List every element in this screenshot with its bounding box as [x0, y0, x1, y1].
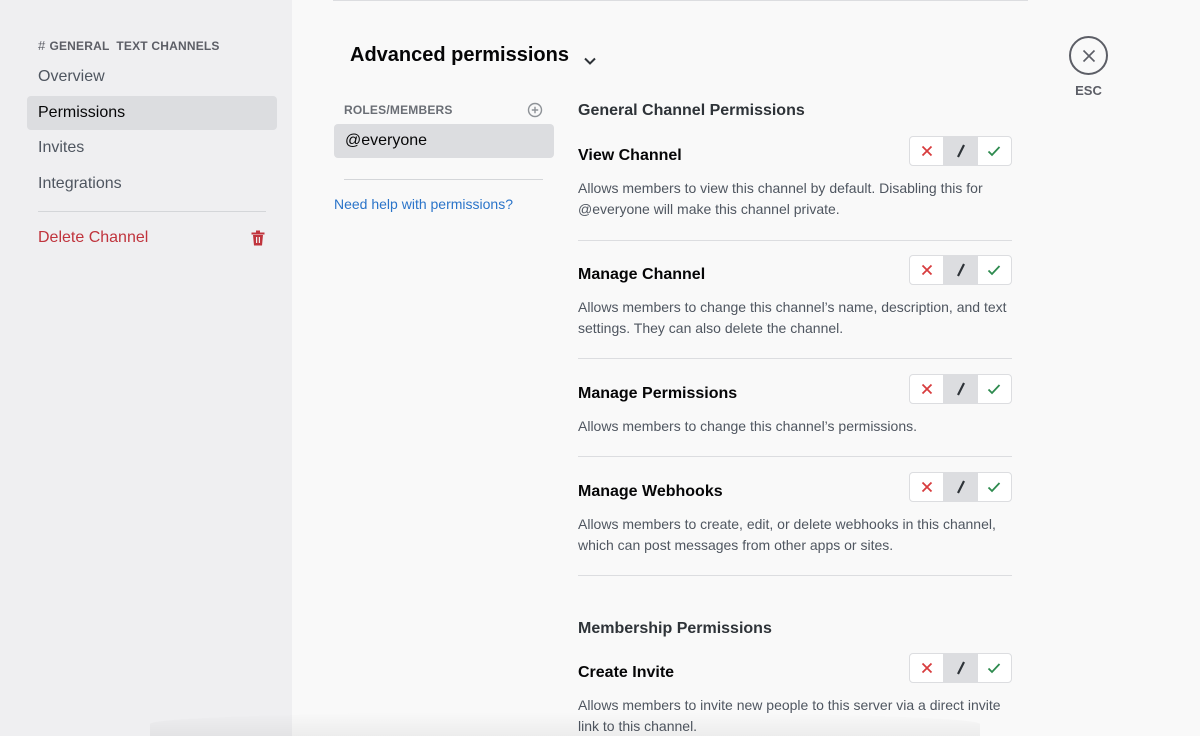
channel-category-label: GENERAL TEXT CHANNELS: [49, 39, 219, 53]
sidebar-item-integrations[interactable]: Integrations: [27, 167, 277, 201]
permission-divider: [578, 358, 1012, 359]
hash-icon: #: [38, 38, 45, 53]
permission-name: Manage Permissions: [578, 385, 737, 403]
neutral-button[interactable]: [943, 654, 977, 682]
allow-button[interactable]: [978, 375, 1011, 403]
permission-description: Allows members to change this channel’s …: [578, 297, 1012, 339]
top-divider: [333, 0, 1028, 1]
close-button[interactable]: [1069, 36, 1108, 75]
roles-members-header: ROLES/MEMBERS: [344, 102, 543, 118]
section-title: Membership Permissions: [578, 620, 772, 638]
neutral-button[interactable]: [943, 375, 977, 403]
permission-divider: [578, 456, 1012, 457]
permission-description: Allows members to change this channel’s …: [578, 416, 1012, 437]
trash-icon: [251, 230, 265, 246]
permission-description: Allows members to view this channel by d…: [578, 178, 1012, 220]
roles-members-label: ROLES/MEMBERS: [344, 103, 453, 117]
allow-button[interactable]: [978, 473, 1011, 501]
bottom-shadow: [150, 712, 980, 736]
permission-toggle: [909, 255, 1012, 285]
sidebar-item-label: Overview: [38, 68, 105, 86]
sidebar-item-label: Permissions: [38, 104, 125, 122]
sidebar-item-overview[interactable]: Overview: [27, 60, 277, 94]
sidebar-header: # GENERAL TEXT CHANNELS: [38, 38, 220, 53]
sidebar-item-label: Invites: [38, 139, 84, 157]
permission-divider: [578, 575, 1012, 576]
settings-sidebar: # GENERAL TEXT CHANNELS Overview Permiss…: [0, 0, 292, 736]
permission-toggle: [909, 653, 1012, 683]
help-permissions-link[interactable]: Need help with permissions?: [334, 196, 513, 212]
roles-divider: [344, 179, 543, 180]
deny-button[interactable]: [910, 375, 943, 403]
deny-button[interactable]: [910, 473, 943, 501]
close-icon: [1082, 49, 1096, 63]
role-label: @everyone: [345, 132, 427, 150]
esc-label: ESC: [1075, 83, 1102, 98]
page-title-text: Advanced permissions: [350, 44, 569, 67]
deny-button[interactable]: [910, 654, 943, 682]
allow-button[interactable]: [978, 137, 1011, 165]
permission-divider: [578, 240, 1012, 241]
permission-name: Manage Webhooks: [578, 483, 723, 501]
delete-channel-button[interactable]: Delete Channel: [27, 221, 277, 255]
neutral-button[interactable]: [943, 137, 977, 165]
neutral-button[interactable]: [943, 473, 977, 501]
neutral-button[interactable]: [943, 256, 977, 284]
section-title: General Channel Permissions: [578, 102, 805, 120]
sidebar-divider: [38, 211, 266, 212]
allow-button[interactable]: [978, 654, 1011, 682]
allow-button[interactable]: [978, 256, 1011, 284]
delete-channel-label: Delete Channel: [38, 229, 148, 247]
permission-name: View Channel: [578, 147, 682, 165]
close-settings: ESC: [1069, 36, 1108, 98]
deny-button[interactable]: [910, 137, 943, 165]
permission-description: Allows members to create, edit, or delet…: [578, 514, 1012, 556]
sidebar-item-label: Integrations: [38, 175, 122, 193]
deny-button[interactable]: [910, 256, 943, 284]
permission-name: Create Invite: [578, 664, 674, 682]
page-title[interactable]: Advanced permissions: [350, 44, 597, 67]
role-everyone[interactable]: @everyone: [334, 124, 554, 158]
permission-toggle: [909, 374, 1012, 404]
chevron-down-icon[interactable]: [583, 51, 597, 65]
permission-toggle: [909, 136, 1012, 166]
sidebar-item-invites[interactable]: Invites: [27, 131, 277, 165]
add-role-icon[interactable]: [527, 102, 543, 118]
sidebar-item-permissions[interactable]: Permissions: [27, 96, 277, 130]
permission-name: Manage Channel: [578, 266, 705, 284]
permission-toggle: [909, 472, 1012, 502]
